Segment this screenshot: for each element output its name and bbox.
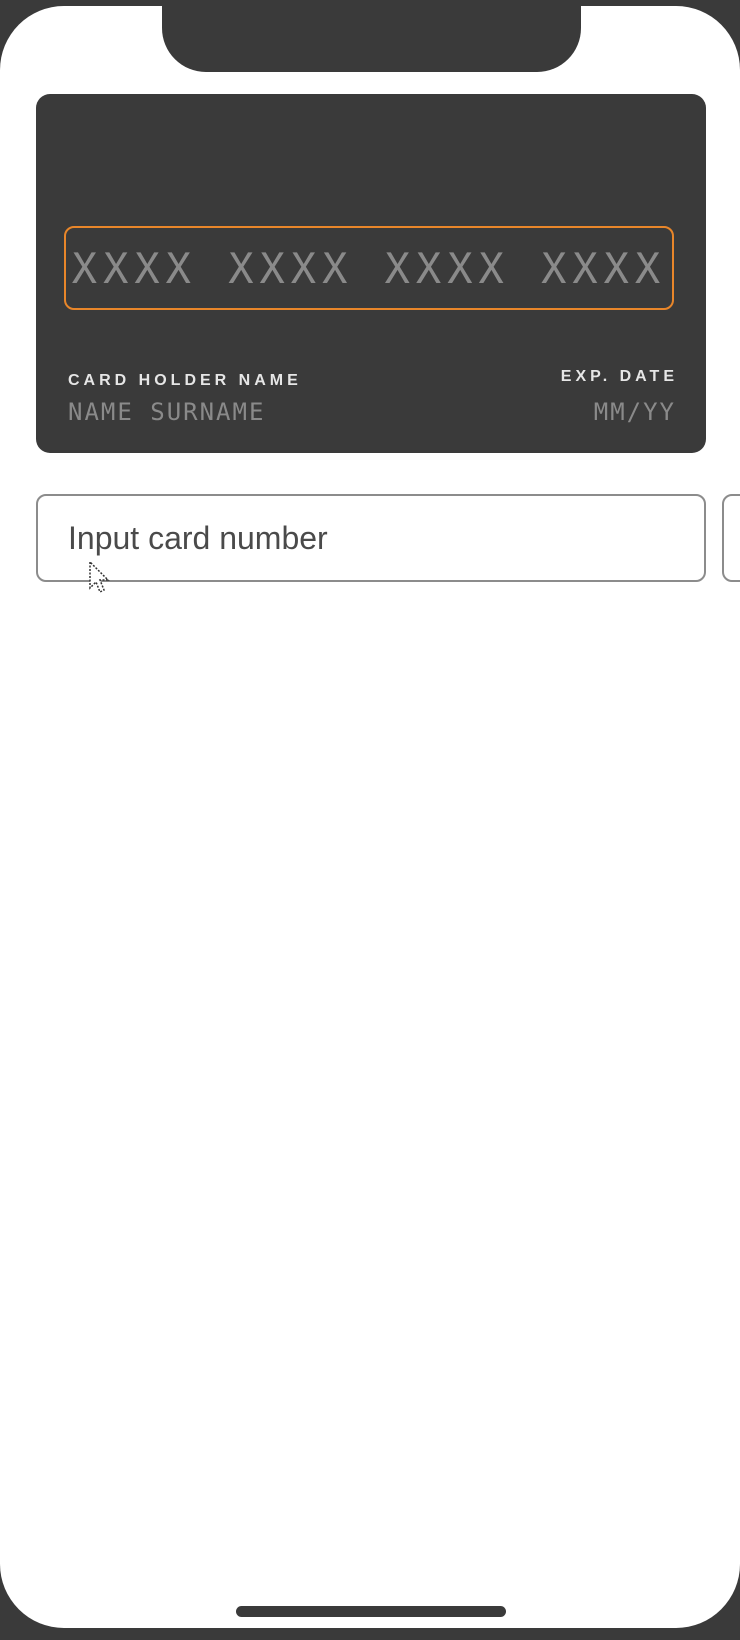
- mouse-pointer-icon: [89, 560, 110, 594]
- credit-card-preview: XXXX XXXX XXXX XXXX CARD HOLDER NAME NAM…: [36, 94, 706, 453]
- card-holder-value: NAME SURNAME: [68, 398, 266, 426]
- next-input-field[interactable]: [722, 494, 740, 582]
- card-holder-label: CARD HOLDER NAME: [68, 372, 302, 389]
- card-number-display: XXXX XXXX XXXX XXXX: [64, 226, 674, 310]
- device-notch: [162, 6, 581, 72]
- card-number-input[interactable]: [66, 518, 676, 558]
- screen: XXXX XXXX XXXX XXXX CARD HOLDER NAME NAM…: [0, 6, 740, 1628]
- exp-date-value: MM/YY: [593, 398, 676, 426]
- device-frame: XXXX XXXX XXXX XXXX CARD HOLDER NAME NAM…: [0, 0, 740, 1640]
- card-number-field[interactable]: [36, 494, 706, 582]
- home-indicator: [236, 1606, 506, 1617]
- card-number-placeholder: XXXX XXXX XXXX XXXX: [71, 243, 667, 293]
- exp-date-label: EXP. DATE: [560, 368, 678, 385]
